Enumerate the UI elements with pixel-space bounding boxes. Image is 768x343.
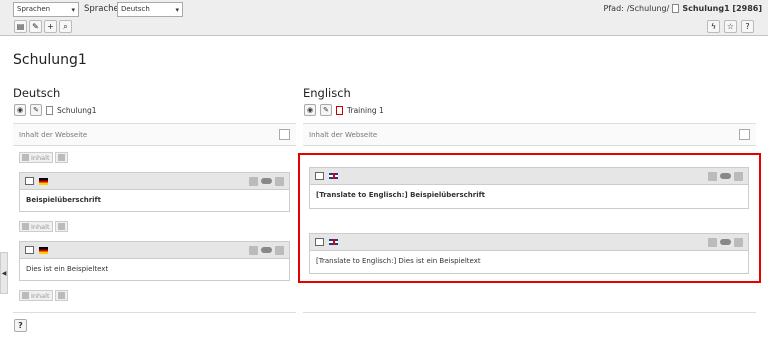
star-icon[interactable]: ☆	[724, 20, 737, 33]
column-label-en: Inhalt der Webseite	[309, 131, 378, 139]
chevron-down-icon: ▾	[175, 6, 179, 14]
help-button[interactable]: ?	[14, 319, 27, 332]
plus-icon	[22, 292, 29, 299]
new-content-row: Inhalt	[19, 152, 68, 163]
page-name-en: Training 1	[347, 105, 384, 115]
trash-icon[interactable]	[275, 177, 284, 186]
paste-icon[interactable]	[54, 290, 68, 301]
path-value: /Schulung/	[626, 4, 670, 13]
eye-icon[interactable]: ◉	[14, 104, 26, 116]
lightning-icon[interactable]: ϟ	[707, 20, 720, 33]
column-bar-de: Inhalt der Webseite	[13, 124, 296, 146]
new-content-row: Inhalt	[19, 290, 68, 301]
edit-icon[interactable]	[249, 246, 258, 255]
chevron-left-icon: ◀	[1, 269, 7, 277]
column-header-en: ◉ ✎ Training 1	[304, 104, 384, 116]
element-actions	[249, 246, 284, 255]
language-select[interactable]: Deutsch ▾	[117, 2, 183, 17]
pencil-icon[interactable]: ✎	[320, 104, 332, 116]
toggle-visibility-icon[interactable]	[261, 178, 272, 184]
page-title: Schulung1	[13, 52, 87, 68]
clipboard-icon	[57, 292, 65, 299]
help-icon[interactable]: ?	[741, 20, 754, 33]
german-flag-icon	[39, 247, 48, 254]
content-element-header	[20, 173, 289, 190]
clipboard-icon	[57, 154, 65, 161]
plus-icon	[22, 154, 29, 161]
doc-header: Sprachen ▾ Sprache: Deutsch ▾ ▤ ✎ + ⌕ Pf…	[0, 0, 768, 36]
highlight-box	[298, 153, 761, 283]
german-flag-icon	[39, 178, 48, 185]
search-icon[interactable]: ⌕	[59, 20, 72, 33]
content-element-de-2[interactable]: Dies ist ein Beispieltext	[19, 241, 290, 281]
edit-icon[interactable]	[249, 177, 258, 186]
column-header-de: ◉ ✎ Schulung1	[14, 104, 97, 116]
language-select-value: Deutsch	[121, 5, 150, 13]
pencil-icon[interactable]: ✎	[30, 104, 42, 116]
new-content-button[interactable]: Inhalt	[19, 221, 53, 232]
plus-icon	[22, 223, 29, 230]
new-content-button[interactable]: Inhalt	[19, 290, 53, 301]
element-actions	[249, 177, 284, 186]
page-icon	[46, 105, 53, 115]
clipboard-icon	[57, 223, 65, 230]
edit-column-icon[interactable]	[739, 129, 750, 140]
new-content-button[interactable]: Inhalt	[19, 152, 53, 163]
paste-icon[interactable]	[54, 221, 68, 232]
path-label: Pfad:	[603, 4, 624, 13]
content-type-icon	[25, 246, 34, 254]
eye-icon[interactable]: ◉	[304, 104, 316, 116]
content-element-header	[20, 242, 289, 259]
content-element-text: Dies ist ein Beispieltext	[26, 265, 109, 273]
content-element-text: Beispielüberschrift	[26, 196, 101, 204]
page-name-de: Schulung1	[57, 105, 97, 115]
new-content-label: Inhalt	[31, 222, 50, 231]
collapse-sidebar-toggle[interactable]: ◀	[0, 252, 8, 294]
language-label: Sprache:	[84, 4, 122, 14]
content-type-icon	[25, 177, 34, 185]
new-content-label: Inhalt	[31, 291, 50, 300]
edit-column-icon[interactable]	[279, 129, 290, 140]
column-title-de: Deutsch	[13, 86, 61, 100]
new-page-icon[interactable]: +	[44, 20, 57, 33]
new-content-row: Inhalt	[19, 221, 68, 232]
view-select-value: Sprachen	[17, 5, 51, 13]
new-content-label: Inhalt	[31, 153, 50, 162]
content-element-de-1[interactable]: Beispielüberschrift	[19, 172, 290, 212]
column-bar-en: Inhalt der Webseite	[303, 124, 756, 146]
breadcrumb: Pfad: /Schulung/ Schulung1 [2986]	[604, 4, 762, 13]
toggle-visibility-icon[interactable]	[261, 247, 272, 253]
column-label-de: Inhalt der Webseite	[19, 131, 88, 139]
trash-icon[interactable]	[275, 246, 284, 255]
edit-page-icon[interactable]: ✎	[29, 20, 42, 33]
path-page-title: Schulung1 [2986]	[682, 4, 762, 13]
save-icon[interactable]: ▤	[14, 20, 27, 33]
chevron-down-icon: ▾	[71, 6, 75, 14]
column-title-en: Englisch	[303, 86, 351, 100]
page-icon	[672, 4, 680, 13]
view-select[interactable]: Sprachen ▾	[13, 2, 79, 17]
page-hidden-icon	[336, 105, 343, 115]
paste-icon[interactable]	[54, 152, 68, 163]
